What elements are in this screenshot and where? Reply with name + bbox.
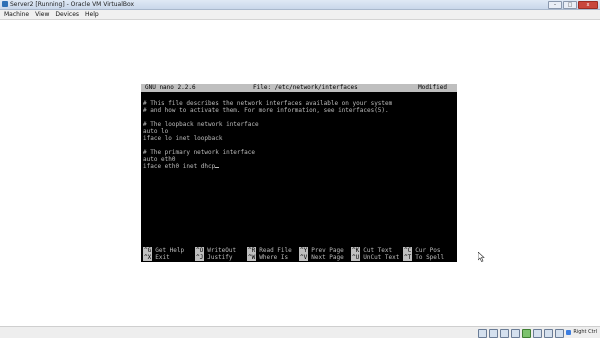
editor-line-text: iface eth0 inet dhcp <box>143 163 216 170</box>
shortcut-key: ^R <box>247 247 257 254</box>
shortcut-key: ^K <box>351 247 361 254</box>
minimize-button[interactable]: – <box>548 1 562 9</box>
shortcut-key: ^J <box>195 254 205 261</box>
menu-devices[interactable]: Devices <box>55 10 79 19</box>
shortcut-key: ^V <box>299 254 309 261</box>
shortcut-label: Read File <box>259 247 292 254</box>
editor-line: # The loopback network interface <box>143 121 259 128</box>
editor-line: # and how to activate them. For more inf… <box>143 107 389 114</box>
shortcut-writeout: ^O WriteOut <box>195 247 247 254</box>
shortcut-prev-page: ^Y Prev Page <box>299 247 351 254</box>
shortcut-key: ^Y <box>299 247 309 254</box>
shortcut-uncut-text: ^U UnCut Text <box>351 254 403 261</box>
shortcut-where-is: ^W Where Is <box>247 254 299 261</box>
shortcut-label: Cur Pos <box>415 247 441 254</box>
shortcut-label: Cut Text <box>363 247 393 254</box>
shortcut-row: ^G Get Help ^O WriteOut ^R Read File ^Y Prev… <box>143 247 455 254</box>
shortcut-cut-text: ^K Cut Text <box>351 247 403 254</box>
virtualbox-icon <box>2 1 8 7</box>
shortcut-label: Next Page <box>311 254 344 261</box>
shortcut-read-file: ^R Read File <box>247 247 299 254</box>
shortcut-key: ^G <box>143 247 153 254</box>
host-key-arrow-icon <box>566 330 572 335</box>
shortcut-label: UnCut Text <box>363 254 400 261</box>
editor-line: iface lo inet loopback <box>143 135 223 142</box>
shortcut-key: ^U <box>351 254 361 261</box>
shortcut-cur-pos: ^C Cur Pos <box>403 247 455 254</box>
nano-modified-status: Modified <box>418 84 447 91</box>
shortcut-exit: ^X Exit <box>143 254 195 261</box>
host-key-label: Right Ctrl <box>573 329 597 335</box>
shortcut-key: ^C <box>403 247 413 254</box>
shortcut-label: Justify <box>207 254 233 261</box>
shortcut-row: ^X Exit ^J Justify ^W Where Is ^V Next Page … <box>143 254 455 261</box>
window-controls: – □ x <box>548 1 598 9</box>
shortcut-label: Exit <box>155 254 170 261</box>
editor-line: auto eth0 <box>143 156 176 163</box>
maximize-button[interactable]: □ <box>563 1 577 9</box>
nano-terminal[interactable]: GNU nano 2.2.6 File: /etc/network/interf… <box>141 84 457 262</box>
nano-filename: File: /etc/network/interfaces <box>253 84 358 91</box>
text-cursor <box>215 167 220 168</box>
host-key-indicator: Right Ctrl <box>566 328 597 337</box>
status-bar: Right Ctrl <box>0 326 600 338</box>
shortcut-key: ^O <box>195 247 205 254</box>
shortcut-key: ^W <box>247 254 257 261</box>
nano-editor-body[interactable]: # This file describes the network interf… <box>143 100 392 170</box>
nano-title-bar: GNU nano 2.2.6 File: /etc/network/interf… <box>141 84 457 92</box>
editor-line-current: iface eth0 inet dhcp <box>143 163 392 170</box>
shortcut-label: Get Help <box>155 247 185 254</box>
shortcut-label: Where Is <box>259 254 289 261</box>
close-button[interactable]: x <box>578 1 598 9</box>
editor-line: auto lo <box>143 128 169 135</box>
menu-bar: Machine View Devices Help <box>0 10 600 20</box>
shortcut-label: WriteOut <box>207 247 237 254</box>
shortcut-to-spell: ^T To Spell <box>403 254 455 261</box>
window-titlebar: Server2 [Running] - Oracle VM VirtualBox… <box>0 0 600 10</box>
shortcut-label: Prev Page <box>311 247 344 254</box>
editor-line: # The primary network interface <box>143 149 255 156</box>
shortcut-justify: ^J Justify <box>195 254 247 261</box>
shortcut-label: To Spell <box>415 254 445 261</box>
shortcut-get-help: ^G Get Help <box>143 247 195 254</box>
shortcut-key: ^X <box>143 254 153 261</box>
editor-line: # This file describes the network interf… <box>143 100 393 107</box>
mouse-pointer-icon <box>478 252 485 262</box>
menu-machine[interactable]: Machine <box>4 10 29 19</box>
nano-shortcuts: ^G Get Help ^O WriteOut ^R Read File ^Y Prev… <box>143 247 455 261</box>
nano-version: GNU nano 2.2.6 <box>145 84 196 91</box>
menu-view[interactable]: View <box>35 10 49 19</box>
shortcut-key: ^T <box>403 254 413 261</box>
window-title: Server2 [Running] - Oracle VM VirtualBox <box>10 1 135 8</box>
menu-help[interactable]: Help <box>85 10 99 19</box>
shortcut-next-page: ^V Next Page <box>299 254 351 261</box>
